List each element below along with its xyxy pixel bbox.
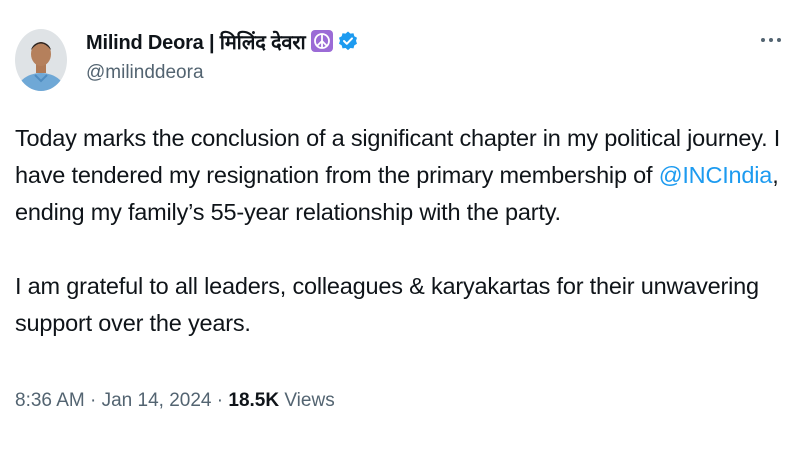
- views-label: Views: [279, 390, 335, 411]
- tweet-metadata: 8:36 AM · Jan 14, 2024 · 18.5K Views: [15, 390, 335, 412]
- more-horizontal-icon: [761, 38, 765, 42]
- mention-link[interactable]: @INCIndia: [659, 162, 773, 188]
- more-options-button[interactable]: [754, 28, 788, 52]
- author-name-row: Milind Deora | मिलिंद देवरा: [86, 26, 359, 56]
- author-handle[interactable]: @milinddeora: [86, 62, 204, 84]
- more-horizontal-icon: [769, 38, 773, 42]
- views-count: 18.5K: [228, 390, 280, 411]
- tweet-text: Today marks the conclusion of a signific…: [15, 120, 790, 342]
- meta-separator: ·: [211, 390, 229, 411]
- meta-separator: ·: [84, 390, 102, 411]
- avatar[interactable]: [15, 29, 67, 91]
- peace-symbol-icon: [311, 30, 334, 52]
- tweet-paragraph: Today marks the conclusion of a signific…: [15, 120, 790, 231]
- tweet-time[interactable]: 8:36 AM: [15, 390, 85, 411]
- avatar-image: [15, 29, 67, 91]
- tweet-paragraph: I am grateful to all leaders, colleagues…: [15, 273, 759, 336]
- more-horizontal-icon: [777, 38, 781, 42]
- tweet-card: Milind Deora | मिलिंद देवरा @milinddeora…: [0, 0, 800, 450]
- author-display-name[interactable]: Milind Deora | मिलिंद देवरा: [86, 28, 306, 55]
- tweet-date[interactable]: Jan 14, 2024: [102, 390, 212, 411]
- verified-icon[interactable]: [337, 30, 359, 52]
